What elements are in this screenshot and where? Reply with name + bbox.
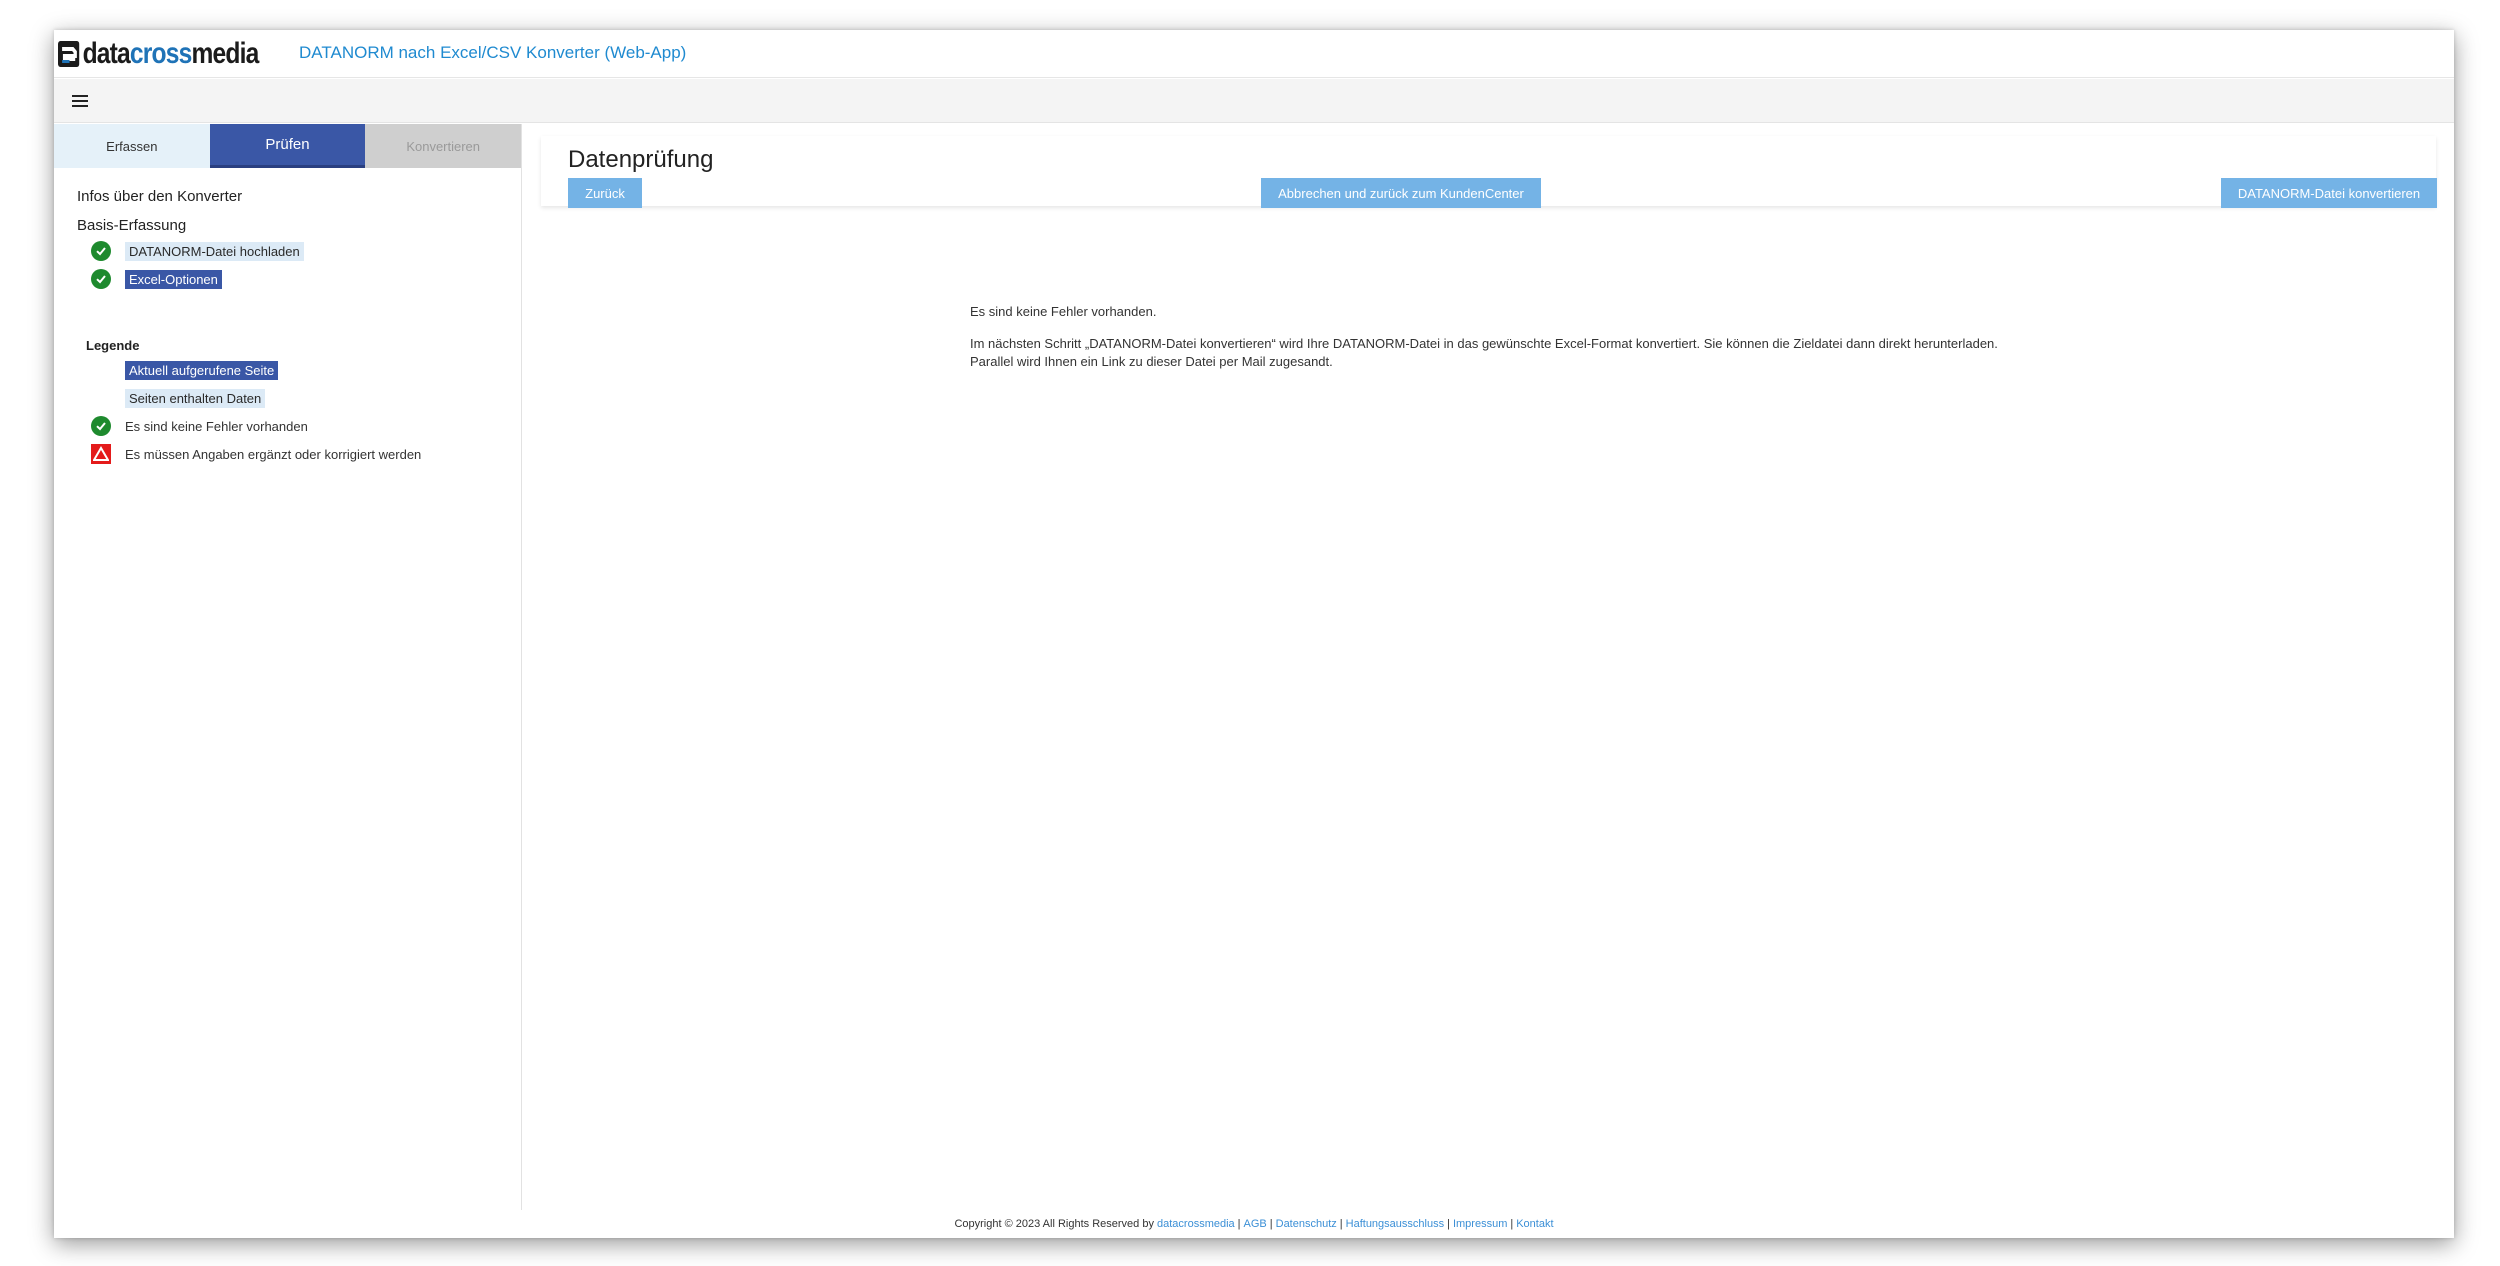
copyright-text: Copyright © 2023 All Rights Reserved by: [954, 1218, 1154, 1230]
cancel-button[interactable]: Abbrechen und zurück zum KundenCenter: [1261, 178, 1541, 208]
legend-title: Legende: [86, 338, 140, 353]
footer-link-agb[interactable]: AGB: [1244, 1218, 1267, 1230]
legend-data-label: Seiten enthalten Daten: [125, 388, 266, 408]
main-content: Datenprüfung Zurück Abbrechen und zurück…: [523, 124, 2454, 1210]
brand-logo[interactable]: data cross media: [58, 36, 259, 71]
legend-needs-fix: Es müssen Angaben ergänzt oder korrigier…: [91, 443, 521, 465]
check-circle-icon: [91, 269, 111, 289]
footer: Copyright © 2023 All Rights Reserved by …: [954, 1218, 1554, 1230]
legend-current-page: Aktuell aufgerufene Seite: [91, 359, 521, 381]
logo-text-cross: cross: [129, 36, 192, 70]
footer-link-kontakt[interactable]: Kontakt: [1516, 1218, 1553, 1230]
footer-link-datacrossmedia[interactable]: datacrossmedia: [1157, 1218, 1235, 1230]
legend-no-errors: Es sind keine Fehler vorhanden: [91, 415, 521, 437]
sidebar: Erfassen Prüfen Konvertieren Infos über …: [54, 124, 522, 1210]
info-title[interactable]: Infos über den Konverter: [77, 188, 521, 205]
legend-pages-with-data: Seiten enthalten Daten: [91, 387, 521, 409]
sidebar-item-excel-options[interactable]: Excel-Optionen: [91, 268, 521, 290]
app-window: data cross media DATANORM nach Excel/CSV K…: [54, 30, 2454, 1238]
back-button[interactable]: Zurück: [568, 178, 642, 208]
basis-title: Basis-Erfassung: [77, 217, 187, 234]
sidebar-item-label[interactable]: Excel-Optionen: [125, 269, 222, 289]
logo-mark-icon: [58, 40, 80, 67]
legend-no-errors-label: Es sind keine Fehler vorhanden: [125, 418, 308, 434]
logo-text-data: data: [82, 36, 131, 70]
legend-current-label: Aktuell aufgerufene Seite: [125, 360, 279, 380]
step-tabs: Erfassen Prüfen Konvertieren: [54, 124, 522, 168]
check-circle-icon: [91, 416, 111, 436]
app-header: data cross media DATANORM nach Excel/CSV K…: [54, 30, 2454, 78]
check-circle-icon: [91, 241, 111, 261]
legend-needs-fix-label: Es müssen Angaben ergänzt oder korrigier…: [125, 446, 422, 462]
tab-erfassen[interactable]: Erfassen: [54, 124, 210, 168]
page-header-card: Datenprüfung Zurück Abbrechen und zurück…: [541, 136, 2437, 208]
footer-link-haftungsausschluss[interactable]: Haftungsausschluss: [1346, 1218, 1444, 1230]
app-title: DATANORM nach Excel/CSV Konverter (Web-A…: [299, 43, 687, 62]
convert-button[interactable]: DATANORM-Datei konvertieren: [2221, 178, 2437, 208]
sidebar-item-upload[interactable]: DATANORM-Datei hochladen: [91, 240, 521, 262]
footer-link-impressum[interactable]: Impressum: [1453, 1218, 1507, 1230]
footer-link-datenschutz[interactable]: Datenschutz: [1276, 1218, 1337, 1230]
toolbar: [54, 79, 2454, 123]
logo-text-media: media: [191, 36, 259, 70]
warning-triangle-icon: [91, 444, 111, 464]
status-message: Es sind keine Fehler vorhanden.: [970, 304, 1157, 319]
tab-konvertieren[interactable]: Konvertieren: [365, 124, 522, 168]
sidebar-item-label[interactable]: DATANORM-Datei hochladen: [125, 241, 304, 261]
info-message-mail: Parallel wird Ihnen ein Link zu dieser D…: [970, 354, 1333, 369]
info-message: Im nächsten Schritt „DATANORM-Datei konv…: [970, 336, 1998, 351]
tab-pruefen[interactable]: Prüfen: [209, 124, 366, 168]
hamburger-icon[interactable]: [72, 94, 88, 107]
page-title: Datenprüfung: [568, 146, 714, 173]
